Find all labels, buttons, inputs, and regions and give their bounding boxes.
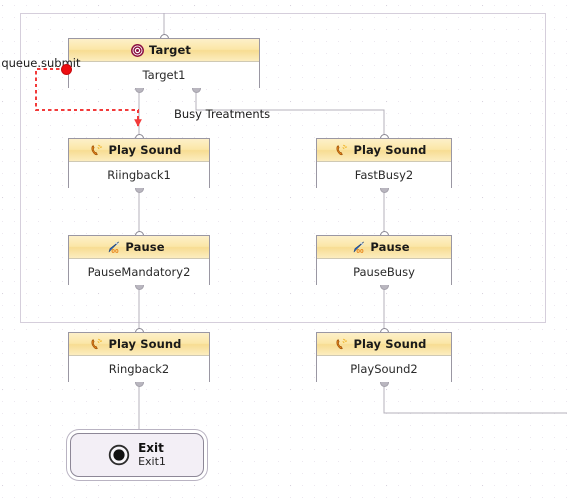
node-header: Play Sound [69, 139, 209, 162]
node-pause-pausemandatory2[interactable]: 00 Pause PauseMandatory2 [68, 235, 210, 285]
node-header: Target [69, 39, 259, 62]
error-endpoint-dot[interactable] [61, 64, 72, 75]
node-exit1[interactable]: Exit Exit1 [70, 433, 204, 477]
node-name: PlaySound2 [317, 356, 451, 382]
pause-counter-icon: 00 [352, 241, 365, 254]
label-busy-treatments: Busy Treatments [174, 107, 271, 121]
node-name: Exit1 [138, 454, 166, 468]
node-playsound-playsound2[interactable]: Play Sound PlaySound2 [316, 332, 452, 382]
node-title: Play Sound [108, 143, 182, 157]
node-header: 00 Pause [69, 236, 209, 259]
pause-counter-icon: 00 [107, 241, 120, 254]
node-title: Play Sound [108, 337, 182, 351]
node-playsound-riingback1[interactable]: Play Sound Riingback1 [68, 138, 210, 188]
node-name: Target1 [69, 62, 259, 88]
node-name: Riingback1 [69, 162, 209, 188]
node-name: PauseBusy [317, 259, 451, 285]
node-title: Play Sound [353, 143, 427, 157]
node-title: Play Sound [353, 337, 427, 351]
node-name: FastBusy2 [317, 162, 451, 188]
play-sound-icon [335, 338, 348, 351]
flow-canvas[interactable]: Target Target1 Play Sound Riingback1 Pla… [0, 0, 567, 502]
svg-text:00: 00 [112, 249, 120, 254]
node-header: 00 Pause [317, 236, 451, 259]
play-sound-icon [335, 144, 348, 157]
node-name: PauseMandatory2 [69, 259, 209, 285]
play-sound-icon [90, 338, 103, 351]
node-header: Play Sound [317, 333, 451, 356]
target-bullseye-icon [131, 43, 144, 57]
node-pause-pausebusy[interactable]: 00 Pause PauseBusy [316, 235, 452, 285]
svg-text:00: 00 [357, 249, 365, 254]
node-header: Play Sound [317, 139, 451, 162]
node-title: Target [149, 43, 191, 57]
node-title: Pause [370, 240, 410, 254]
node-header: Play Sound [69, 333, 209, 356]
node-name: Ringback2 [69, 356, 209, 382]
node-playsound-ringback2[interactable]: Play Sound Ringback2 [68, 332, 210, 382]
node-title: Exit [138, 441, 164, 456]
play-sound-icon [90, 144, 103, 157]
node-target1[interactable]: Target Target1 [68, 38, 260, 88]
node-title: Pause [125, 240, 165, 254]
node-playsound-fastbusy2[interactable]: Play Sound FastBusy2 [316, 138, 452, 188]
exit-circle-icon [108, 444, 130, 466]
wire-playsound2-out [383, 382, 567, 414]
